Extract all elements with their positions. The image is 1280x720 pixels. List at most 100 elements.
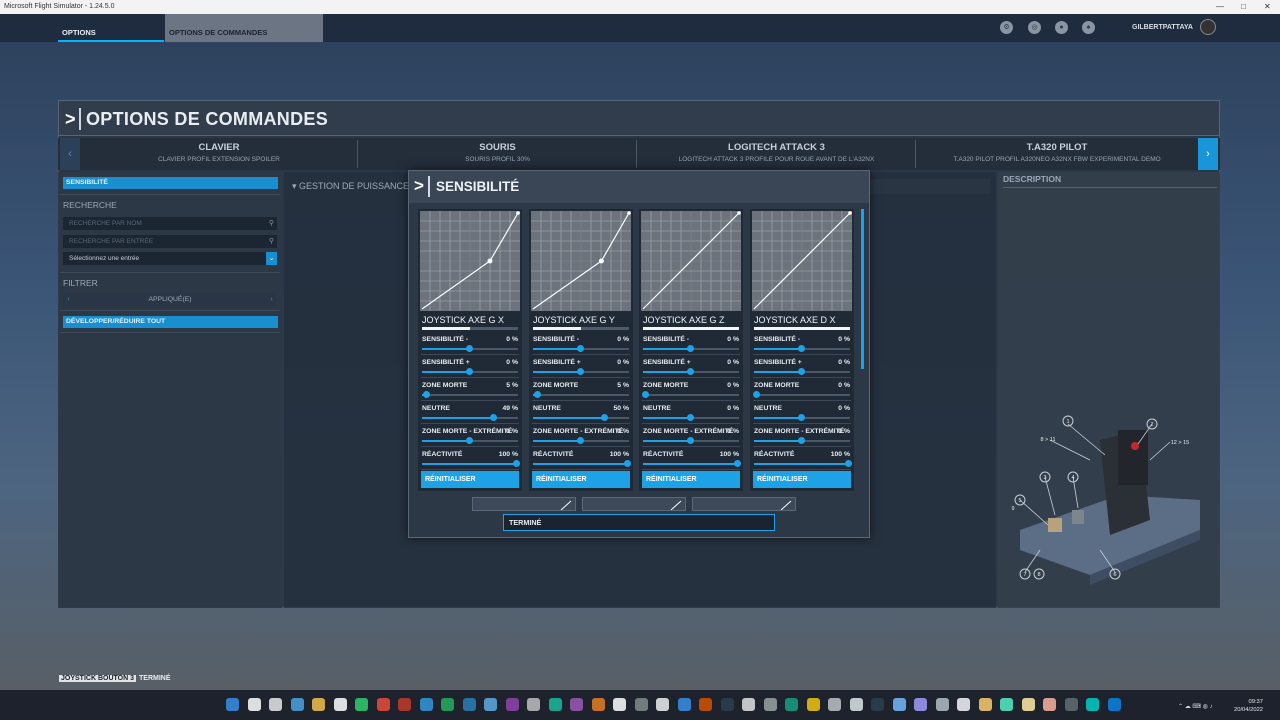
search-input-field[interactable]: RECHERCHE PAR ENTRÉE ⚲ <box>63 235 277 248</box>
clock[interactable]: 09:37 20/04/2022 <box>1234 698 1263 714</box>
slider-track[interactable] <box>643 394 739 396</box>
tab-options-de-commandes[interactable]: OPTIONS DE COMMANDES <box>165 14 323 42</box>
slider-handle[interactable] <box>798 414 805 421</box>
sensitivity-curve-graph[interactable] <box>641 211 741 311</box>
slider-handle[interactable] <box>687 437 694 444</box>
taskbar-app-icon[interactable] <box>849 698 863 711</box>
tab-options[interactable]: OPTIONS <box>58 14 164 42</box>
taskbar-app-icon[interactable] <box>570 698 583 711</box>
slider-handle[interactable] <box>845 460 852 467</box>
slider-handle[interactable] <box>798 437 805 444</box>
slider-track[interactable] <box>533 394 629 396</box>
taskbar-app-icon[interactable] <box>1021 698 1035 711</box>
slider-handle[interactable] <box>687 368 694 375</box>
taskbar-app-icon[interactable] <box>333 698 347 711</box>
device-tab-souris[interactable]: SOURIS SOURIS PROFIL 30% <box>359 140 637 168</box>
device-tab-ta320[interactable]: T.A320 PILOT T.A320 PILOT PROFIL A320NEO… <box>917 140 1197 168</box>
taskbar-app-icon[interactable] <box>441 698 454 711</box>
chevron-right-icon[interactable]: › <box>266 293 277 306</box>
slider-handle[interactable] <box>466 368 473 375</box>
select-input-dropdown[interactable]: Sélectionnez une entrée ⌄ <box>63 252 277 265</box>
profile-icon[interactable]: ● <box>1055 21 1068 34</box>
done-button[interactable]: TERMINÉ <box>503 514 775 531</box>
taskbar-app-icon[interactable] <box>247 698 261 711</box>
slider-handle[interactable] <box>577 368 584 375</box>
settings-icon[interactable]: ⚙ <box>1000 21 1013 34</box>
taskbar-app-icon[interactable] <box>957 698 970 711</box>
taskbar-app-icon[interactable] <box>312 698 325 711</box>
slider-handle[interactable] <box>798 345 805 352</box>
taskbar-app-icon[interactable] <box>269 698 282 711</box>
modal-scrollbar[interactable] <box>861 209 864 369</box>
taskbar-app-icon[interactable] <box>591 698 605 711</box>
notifications-icon[interactable]: ♠ <box>1082 21 1095 34</box>
slider-handle[interactable] <box>489 414 497 421</box>
slider-handle[interactable] <box>577 345 584 352</box>
sensitivity-curve-graph[interactable] <box>420 211 520 311</box>
slider-handle[interactable] <box>466 345 473 352</box>
slider-handle[interactable] <box>422 391 430 398</box>
taskbar-app-icon[interactable] <box>355 698 368 711</box>
slider-handle[interactable] <box>601 414 608 421</box>
minimize-button[interactable]: — <box>1216 0 1224 14</box>
taskbar-app-icon[interactable] <box>763 698 777 711</box>
taskbar-app-icon[interactable] <box>226 698 239 711</box>
chevron-left-icon[interactable]: ‹ <box>63 293 74 306</box>
taskbar-app-icon[interactable] <box>1043 698 1056 711</box>
reset-button[interactable]: RÉINITIALISER <box>421 471 519 488</box>
slider-handle[interactable] <box>687 345 694 352</box>
search-name-input[interactable]: RECHERCHE PAR NOM ⚲ <box>63 217 277 230</box>
slider-handle[interactable] <box>687 414 694 421</box>
taskbar-app-icon[interactable] <box>677 698 691 711</box>
device-tab-logitech[interactable]: LOGITECH ATTACK 3 LOGITECH ATTACK 3 PROF… <box>638 140 916 168</box>
taskbar-app-icon[interactable] <box>892 698 906 711</box>
taskbar-app-icon[interactable] <box>935 698 949 711</box>
taskbar-app-icon[interactable] <box>1064 698 1078 711</box>
reset-button[interactable]: RÉINITIALISER <box>753 471 851 488</box>
filter-selector[interactable]: ‹ APPLIQUÉ(E) › <box>63 293 277 306</box>
hint-action[interactable]: TERMINÉ <box>139 675 171 682</box>
slider-handle[interactable] <box>577 437 584 444</box>
taskbar-app-icon[interactable] <box>376 698 390 711</box>
slider-handle[interactable] <box>798 368 805 375</box>
taskbar-app-icon[interactable] <box>419 698 433 711</box>
slider-track[interactable] <box>422 394 518 396</box>
taskbar-app-icon[interactable] <box>978 698 992 711</box>
taskbar-app-icon[interactable] <box>462 698 476 711</box>
taskbar-app-icon[interactable] <box>806 698 820 711</box>
taskbar-app-icon[interactable] <box>720 698 734 711</box>
avatar[interactable] <box>1200 19 1216 35</box>
slider-handle[interactable] <box>466 437 473 444</box>
reset-button[interactable]: RÉINITIALISER <box>532 471 630 488</box>
slider-handle[interactable] <box>642 391 649 398</box>
taskbar-app-icon[interactable] <box>1086 698 1099 711</box>
taskbar-app-icon[interactable] <box>914 698 927 711</box>
slider-handle[interactable] <box>753 391 760 398</box>
maximize-button[interactable]: □ <box>1241 0 1246 14</box>
device-prev-button[interactable]: ‹ <box>60 138 80 170</box>
taskbar-app-icon[interactable] <box>527 698 540 711</box>
slider-track[interactable] <box>754 394 850 396</box>
sensitivity-curve-graph[interactable] <box>752 211 852 311</box>
taskbar-app-icon[interactable] <box>1107 698 1121 711</box>
taskbar-app-icon[interactable] <box>548 698 562 711</box>
taskbar-app-icon[interactable] <box>1000 698 1013 711</box>
taskbar-app-icon[interactable] <box>699 698 712 711</box>
slider-handle[interactable] <box>734 460 741 467</box>
activity-icon[interactable]: ◎ <box>1028 21 1041 34</box>
sensibilite-button[interactable]: SENSIBILITÉ <box>63 177 278 189</box>
taskbar-app-icon[interactable] <box>484 698 497 711</box>
slider-handle[interactable] <box>513 460 520 467</box>
taskbar-app-icon[interactable] <box>290 698 304 711</box>
gestion-puissance-header[interactable]: ▾ GESTION DE PUISSANCE <box>292 181 409 192</box>
device-tab-clavier[interactable]: CLAVIER CLAVIER PROFIL EXTENSION SPOILER <box>81 140 358 168</box>
taskbar-app-icon[interactable] <box>871 698 884 711</box>
taskbar-app-icon[interactable] <box>656 698 669 711</box>
taskbar-app-icon[interactable] <box>742 698 755 711</box>
slider-handle[interactable] <box>624 460 631 467</box>
taskbar-app-icon[interactable] <box>613 698 626 711</box>
taskbar-app-icon[interactable] <box>505 698 519 711</box>
slider-handle[interactable] <box>533 391 541 398</box>
taskbar-app-icon[interactable] <box>398 698 411 711</box>
taskbar-app-icon[interactable] <box>634 698 648 711</box>
